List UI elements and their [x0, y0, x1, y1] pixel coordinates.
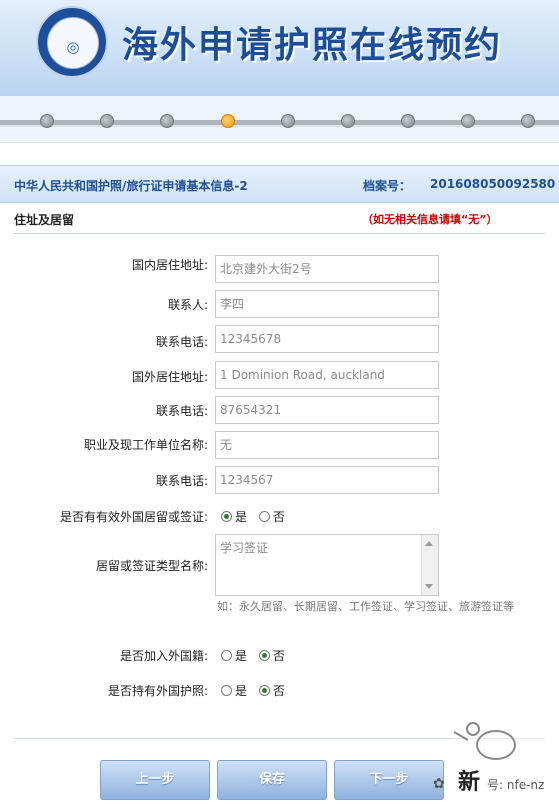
foreign-nationality-yes-option[interactable]: 是 [221, 649, 247, 663]
watermark-text: 新 [458, 770, 481, 795]
next-step-button[interactable]: 下一步 [334, 760, 444, 800]
previous-step-button[interactable]: 上一步 [100, 760, 210, 800]
page-title: 海外申请护照在线预约 [122, 24, 503, 66]
step-8-dot [461, 114, 475, 128]
valid-residence-label: 是否有有效外国居留或签证: [59, 510, 208, 524]
step-9-dot [521, 114, 535, 128]
foreign-passport-label: 是否持有外国护照: [107, 684, 208, 698]
foreign-passport-radio-group: 是 否 [221, 682, 293, 699]
section-header: 中华人民共和国护照/旅行证申请基本信息-2 档案号： 2016080500925… [0, 165, 559, 203]
radio-selected-icon[interactable] [258, 685, 270, 696]
contact-phone-input[interactable]: 12345678 [215, 325, 439, 353]
valid-residence-radio-group: 是 否 [221, 508, 293, 525]
contact-person-input[interactable]: 李四 [215, 290, 439, 318]
work-phone-label: 联系电话: [155, 474, 208, 488]
consular-affairs-logo: ◎ [36, 6, 108, 78]
subsection-title: 住址及居留 [14, 213, 75, 227]
step-6-dot [341, 114, 355, 128]
logo-emblem-icon: ◎ [47, 17, 99, 69]
foreign-nationality-radio-group: 是 否 [221, 647, 293, 664]
progress-steps [0, 96, 559, 143]
radio-icon[interactable] [221, 685, 232, 696]
step-3-dot [160, 114, 174, 128]
site-header: ◎ 海外申请护照在线预约 [0, 0, 559, 96]
divider [14, 233, 545, 234]
contact-phone-label: 联系电话: [155, 335, 208, 349]
residence-type-textarea[interactable]: 学习签证 [215, 534, 439, 596]
step-4-dot-active [221, 114, 235, 128]
watermark-account: 号: nfe-nz [487, 778, 545, 792]
foreign-passport-no-option[interactable]: 否 [258, 684, 285, 698]
residence-type-example: 如：永久居留、长期居留、工作签证、学习签证、旅游签证等 [217, 600, 514, 613]
foreign-passport-yes-option[interactable]: 是 [221, 684, 247, 698]
domestic-address-input[interactable]: 北京建外大街2号 [215, 255, 439, 283]
step-7-dot [401, 114, 415, 128]
overseas-phone-label: 联系电话: [155, 404, 208, 418]
wechat-icon: ✿ [433, 776, 445, 792]
radio-selected-icon[interactable] [221, 511, 232, 522]
foreign-nationality-no-option[interactable]: 否 [258, 649, 285, 663]
step-5-dot [281, 114, 295, 128]
work-phone-input[interactable]: 1234567 [215, 466, 439, 494]
section-title: 中华人民共和国护照/旅行证申请基本信息-2 [14, 179, 248, 193]
overseas-phone-input[interactable]: 87654321 [215, 396, 439, 424]
file-number-value: 201608050092580 [430, 177, 556, 191]
scroll-up-arrow-icon[interactable] [425, 541, 433, 546]
residence-type-label: 居留或签证类型名称: [95, 559, 208, 573]
valid-residence-yes-option[interactable]: 是 [221, 510, 247, 524]
valid-residence-no-option[interactable]: 否 [258, 510, 285, 524]
step-2-dot [100, 114, 114, 128]
radio-icon[interactable] [258, 511, 270, 522]
step-1-dot [40, 114, 54, 128]
overseas-address-input[interactable]: 1 Dominion Road, auckland [215, 361, 439, 389]
textarea-scrollbar[interactable] [421, 535, 438, 595]
kiwi-bird-icon [476, 730, 516, 760]
overseas-address-label: 国外居住地址: [131, 370, 208, 384]
radio-icon[interactable] [221, 650, 232, 661]
foreign-nationality-label: 是否加入外国籍: [119, 649, 208, 663]
fill-hint: （如无相关信息请填“无”） [362, 213, 498, 226]
occupation-label: 职业及现工作单位名称: [83, 438, 208, 452]
scroll-down-arrow-icon[interactable] [425, 584, 433, 589]
file-number-label: 档案号： [363, 179, 412, 193]
radio-selected-icon[interactable] [258, 650, 270, 661]
contact-person-label: 联系人: [167, 298, 208, 312]
occupation-input[interactable]: 无 [215, 431, 439, 459]
domestic-address-label: 国内居住地址: [131, 258, 208, 272]
save-button[interactable]: 保存 [217, 760, 327, 800]
